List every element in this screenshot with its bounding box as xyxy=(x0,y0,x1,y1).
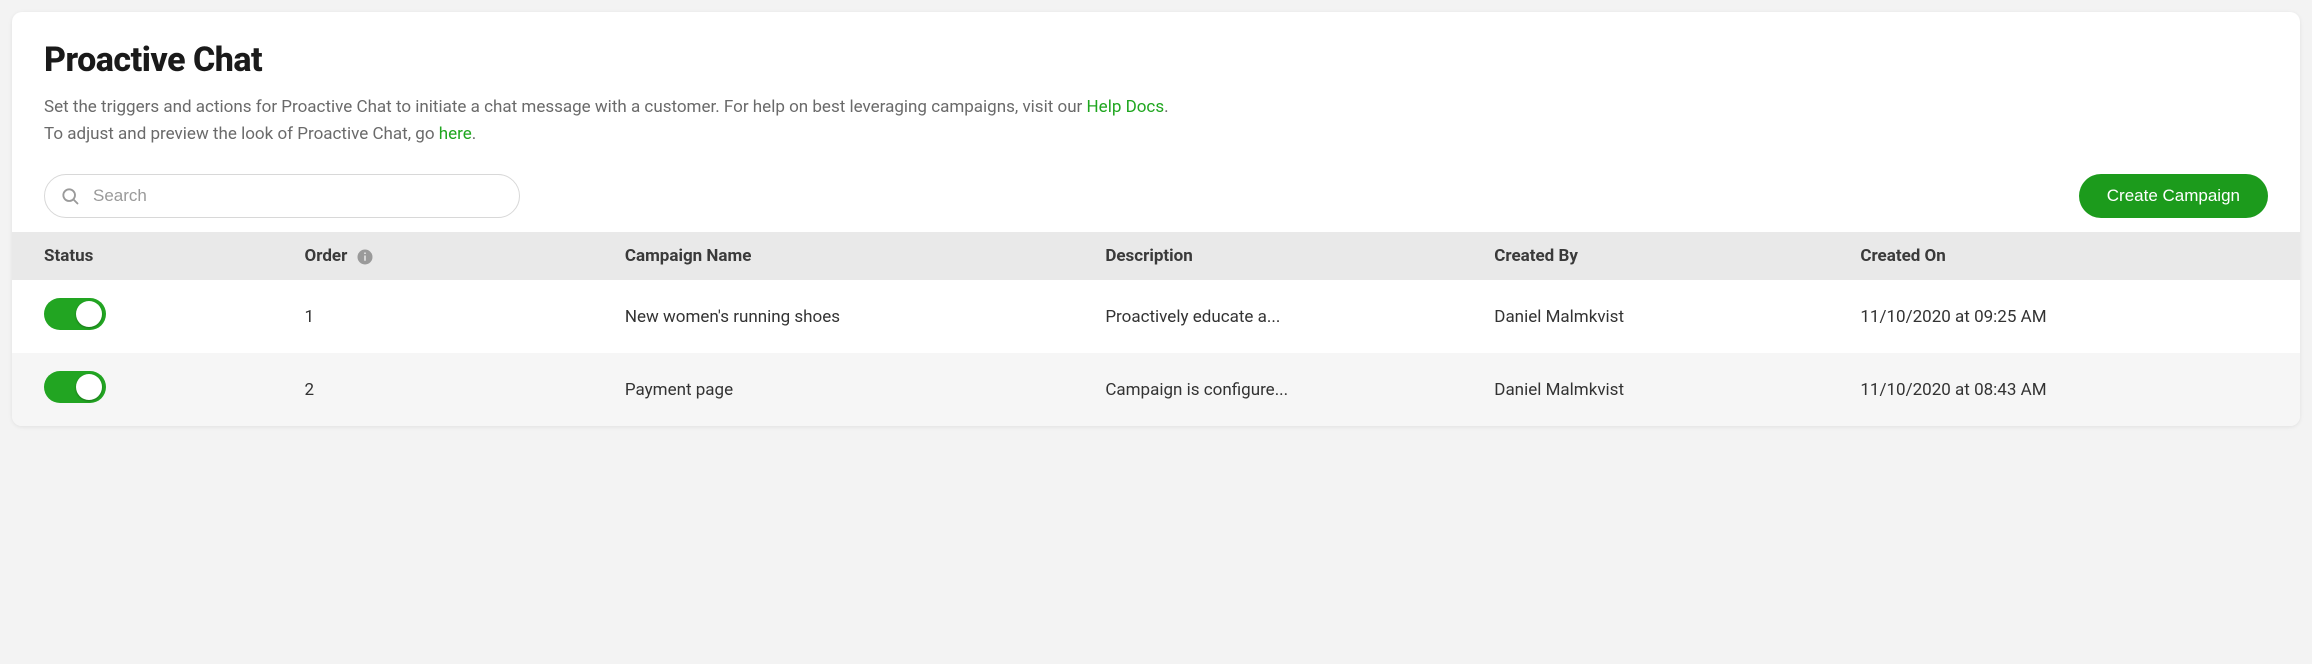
search-input[interactable] xyxy=(44,174,520,218)
create-campaign-button[interactable]: Create Campaign xyxy=(2079,174,2268,218)
table-row[interactable]: 2Payment pageCampaign is configure...Dan… xyxy=(12,353,2300,426)
here-link[interactable]: here xyxy=(439,124,472,144)
cell-created-by: Daniel Malmkvist xyxy=(1476,353,1842,426)
desc-line1-suffix: . xyxy=(1164,97,1168,117)
status-toggle[interactable] xyxy=(44,371,106,403)
col-description: Description xyxy=(1087,232,1476,280)
table-row[interactable]: 1New women's running shoesProactively ed… xyxy=(12,280,2300,353)
page-description: Set the triggers and actions for Proacti… xyxy=(44,94,2268,148)
search-wrap xyxy=(44,174,520,218)
main-card: Proactive Chat Set the triggers and acti… xyxy=(12,12,2300,426)
toolbar: Create Campaign xyxy=(12,166,2300,232)
cell-status xyxy=(12,280,287,353)
cell-name: Payment page xyxy=(607,353,1087,426)
col-name: Campaign Name xyxy=(607,232,1087,280)
cell-order: 1 xyxy=(287,280,607,353)
col-created-by: Created By xyxy=(1476,232,1842,280)
cell-created-by: Daniel Malmkvist xyxy=(1476,280,1842,353)
cell-name: New women's running shoes xyxy=(607,280,1087,353)
cell-created-on: 11/10/2020 at 08:43 AM xyxy=(1842,353,2300,426)
page-title: Proactive Chat xyxy=(44,40,2268,80)
status-toggle[interactable] xyxy=(44,298,106,330)
info-icon[interactable] xyxy=(356,248,374,266)
desc-line2-suffix: . xyxy=(472,124,476,144)
col-order-label: Order xyxy=(305,246,348,266)
cell-description: Proactively educate a... xyxy=(1087,280,1476,353)
cell-order: 2 xyxy=(287,353,607,426)
col-created-on: Created On xyxy=(1842,232,2300,280)
table-header-row: Status Order Campaign Name Description C… xyxy=(12,232,2300,280)
campaigns-table: Status Order Campaign Name Description C… xyxy=(12,232,2300,426)
card-header: Proactive Chat Set the triggers and acti… xyxy=(12,12,2300,166)
col-status: Status xyxy=(12,232,287,280)
col-order: Order xyxy=(287,232,607,280)
cell-description: Campaign is configure... xyxy=(1087,353,1476,426)
cell-created-on: 11/10/2020 at 09:25 AM xyxy=(1842,280,2300,353)
desc-line1-prefix: Set the triggers and actions for Proacti… xyxy=(44,97,1087,117)
cell-status xyxy=(12,353,287,426)
help-docs-link[interactable]: Help Docs xyxy=(1087,97,1165,117)
desc-line2-prefix: To adjust and preview the look of Proact… xyxy=(44,124,439,144)
